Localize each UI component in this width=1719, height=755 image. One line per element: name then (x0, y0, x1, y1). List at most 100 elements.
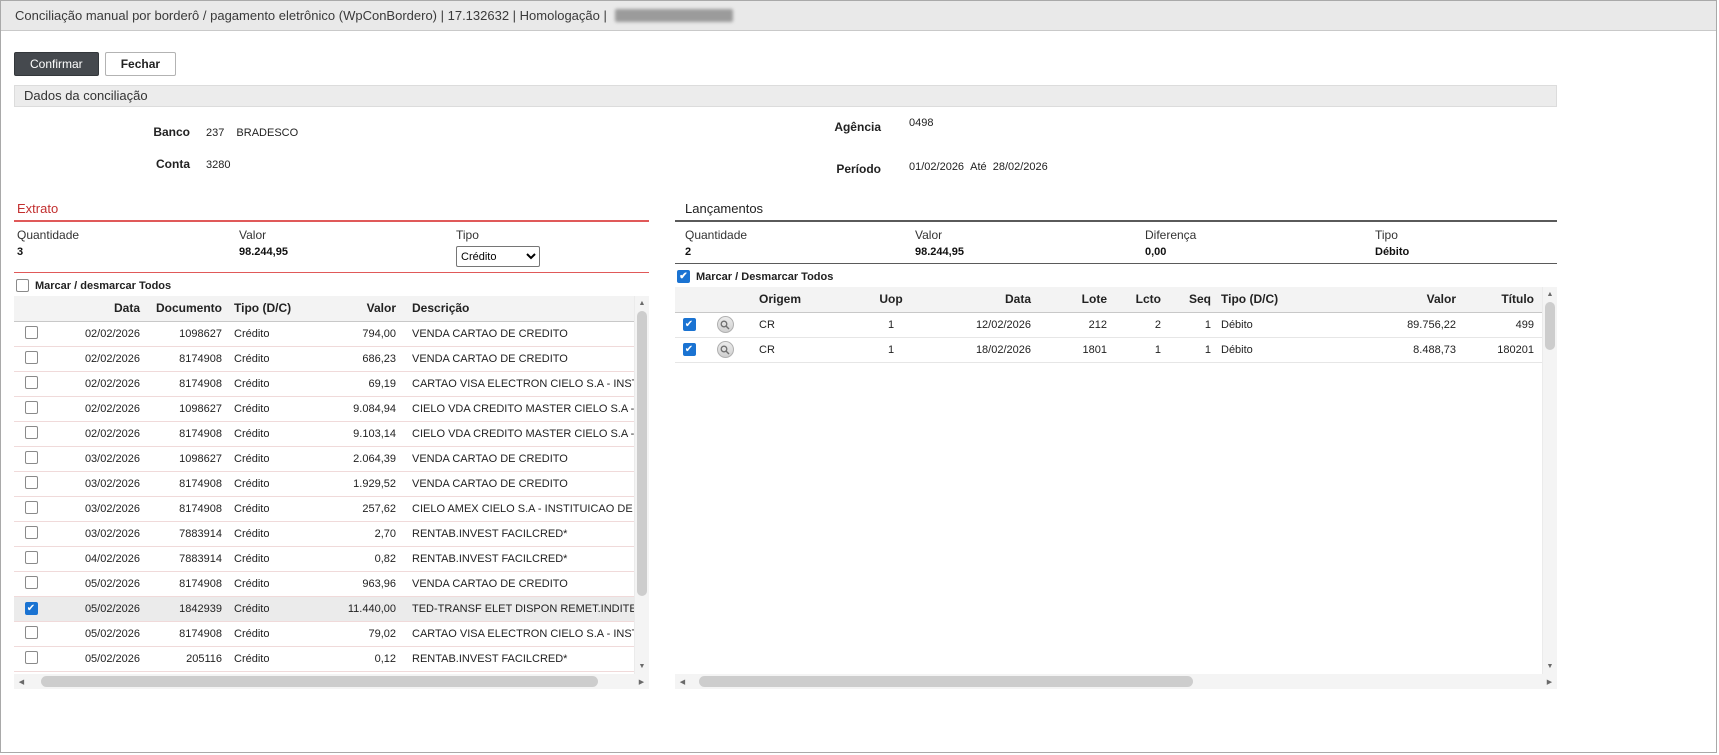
tipo-select[interactable]: Crédito (456, 246, 540, 267)
extrato-marcar-checkbox[interactable] (16, 279, 29, 292)
cell-data: 05/02/2026 (48, 571, 144, 596)
scroll-left-icon[interactable]: ◀ (675, 674, 690, 689)
cell-descricao: RENTAB.INVEST FACILCRED* (400, 546, 634, 571)
cell-tipo: Crédito (226, 496, 320, 521)
extrato-row[interactable]: 04/02/20267883914Crédito0,82RENTAB.INVES… (14, 546, 634, 571)
row-checkbox[interactable] (25, 451, 38, 464)
cell-valor: 8.488,73 (1315, 337, 1460, 362)
cell-valor: 11.440,00 (320, 596, 400, 621)
magnifier-icon[interactable] (717, 316, 734, 333)
cell-data: 04/02/2026 (48, 546, 144, 571)
cell-data: 03/02/2026 (48, 496, 144, 521)
col-uop: Uop (831, 287, 951, 312)
cell-tipo: Crédito (226, 571, 320, 596)
lancamentos-horizontal-scrollbar[interactable]: ◀ ▶ (675, 674, 1557, 689)
extrato-row[interactable]: 03/02/20268174908Crédito257,62CIELO AMEX… (14, 496, 634, 521)
cell-documento: 7883914 (144, 521, 226, 546)
extrato-marcar-label: Marcar / desmarcar Todos (35, 280, 171, 292)
scroll-left-icon[interactable]: ◀ (14, 674, 29, 689)
scrollbar-track[interactable] (635, 311, 649, 659)
row-checkbox[interactable] (25, 401, 38, 414)
cell-tipo: Crédito (226, 371, 320, 396)
cell-descricao: RENTAB.INVEST FACILCRED* (400, 646, 634, 671)
valor-label: Valor (239, 228, 456, 242)
cell-valor: 963,96 (320, 571, 400, 596)
scroll-right-icon[interactable]: ▶ (1542, 674, 1557, 689)
extrato-row[interactable]: 03/02/20268174908Crédito1.929,52VENDA CA… (14, 471, 634, 496)
extrato-horizontal-scrollbar[interactable]: ◀ ▶ (14, 674, 649, 689)
row-checkbox[interactable] (25, 651, 38, 664)
extrato-row[interactable]: 05/02/20268174908Crédito963,96VENDA CART… (14, 571, 634, 596)
extrato-row[interactable]: 02/02/20268174908Crédito9.103,14CIELO VD… (14, 421, 634, 446)
lancamento-row[interactable]: ✔CR112/02/202621221Débito89.756,22499 (675, 312, 1542, 337)
scrollbar-thumb[interactable] (699, 676, 1193, 687)
extrato-row[interactable]: ✔05/02/20261842939Crédito11.440,00TED-TR… (14, 596, 634, 621)
scrollbar-track[interactable] (690, 674, 1542, 689)
extrato-row[interactable]: 02/02/20268174908Crédito69,19CARTAO VISA… (14, 371, 634, 396)
cell-documento: 1098627 (144, 321, 226, 346)
extrato-vertical-scrollbar[interactable]: ▲ ▼ (634, 296, 649, 674)
row-checkbox[interactable] (25, 326, 38, 339)
scrollbar-thumb[interactable] (637, 311, 647, 596)
lancamentos-vertical-scrollbar[interactable]: ▲ ▼ (1542, 287, 1557, 674)
cell-data: 03/02/2026 (48, 446, 144, 471)
lancamentos-marcar-checkbox[interactable]: ✔ (677, 270, 690, 283)
section-header: Dados da conciliação (14, 85, 1557, 107)
row-checkbox[interactable] (25, 376, 38, 389)
lancamentos-marcar-label: Marcar / Desmarcar Todos (696, 271, 833, 283)
lancamento-row[interactable]: ✔CR118/02/2026180111Débito8.488,73180201 (675, 337, 1542, 362)
row-checkbox[interactable] (25, 576, 38, 589)
row-checkbox[interactable] (25, 501, 38, 514)
valor-value: 98.244,95 (915, 246, 1145, 258)
extrato-row[interactable]: 02/02/20268174908Crédito686,23VENDA CART… (14, 346, 634, 371)
cell-valor: 1.929,52 (320, 471, 400, 496)
extrato-row[interactable]: 03/02/20261098627Crédito2.064,39VENDA CA… (14, 446, 634, 471)
cell-data: 02/02/2026 (48, 396, 144, 421)
extrato-row[interactable]: 05/02/2026205116Crédito0,12RENTAB.INVEST… (14, 646, 634, 671)
cell-valor: 89.756,22 (1315, 312, 1460, 337)
close-button[interactable]: Fechar (105, 52, 176, 76)
scrollbar-track[interactable] (29, 674, 634, 689)
row-checkbox[interactable] (25, 426, 38, 439)
magnifier-icon[interactable] (717, 341, 734, 358)
extrato-row[interactable]: 03/02/20267883914Crédito2,70RENTAB.INVES… (14, 521, 634, 546)
col-documento: Documento (144, 296, 226, 321)
lancamentos-header-row: Origem Uop Data Lote Lcto Seq Tipo (D/C)… (675, 287, 1542, 312)
scroll-up-icon[interactable]: ▲ (1543, 287, 1557, 302)
scroll-down-icon[interactable]: ▼ (635, 659, 649, 674)
extrato-row[interactable]: 02/02/20261098627Crédito9.084,94CIELO VD… (14, 396, 634, 421)
cell-descricao: VENDA CARTAO DE CREDITO (400, 346, 634, 371)
cell-lcto: 1 (1111, 337, 1165, 362)
row-checkbox[interactable] (25, 476, 38, 489)
header-zoom-col (703, 287, 747, 312)
agencia-value: 0498 (909, 117, 933, 129)
cell-tipo: Crédito (226, 321, 320, 346)
confirm-button[interactable]: Confirmar (14, 52, 99, 76)
scroll-right-icon[interactable]: ▶ (634, 674, 649, 689)
quantidade-label: Quantidade (685, 228, 915, 242)
cell-descricao: CIELO VDA CREDITO MASTER CIELO S.A - INS (400, 421, 634, 446)
extrato-row[interactable]: 02/02/20261098627Crédito794,00VENDA CART… (14, 321, 634, 346)
row-checkbox[interactable]: ✔ (683, 318, 696, 331)
header-checkbox-col (675, 287, 703, 312)
valor-value: 98.244,95 (239, 246, 456, 258)
scrollbar-track[interactable] (1543, 302, 1557, 659)
scrollbar-thumb[interactable] (1545, 302, 1555, 350)
cell-tipo: Crédito (226, 621, 320, 646)
cell-data: 02/02/2026 (48, 321, 144, 346)
row-checkbox[interactable] (25, 526, 38, 539)
row-checkbox[interactable] (25, 551, 38, 564)
cell-data: 12/02/2026 (951, 312, 1035, 337)
scroll-down-icon[interactable]: ▼ (1543, 659, 1557, 674)
row-checkbox[interactable]: ✔ (25, 602, 38, 615)
row-checkbox[interactable] (25, 351, 38, 364)
cell-tipo: Crédito (226, 346, 320, 371)
row-checkbox[interactable]: ✔ (683, 343, 696, 356)
scrollbar-thumb[interactable] (41, 676, 598, 687)
extrato-row[interactable]: 05/02/20268174908Crédito79,02CARTAO VISA… (14, 621, 634, 646)
scroll-up-icon[interactable]: ▲ (635, 296, 649, 311)
quantidade-label: Quantidade (17, 228, 239, 242)
row-checkbox[interactable] (25, 626, 38, 639)
cell-valor: 2,70 (320, 521, 400, 546)
cell-valor: 0,12 (320, 646, 400, 671)
